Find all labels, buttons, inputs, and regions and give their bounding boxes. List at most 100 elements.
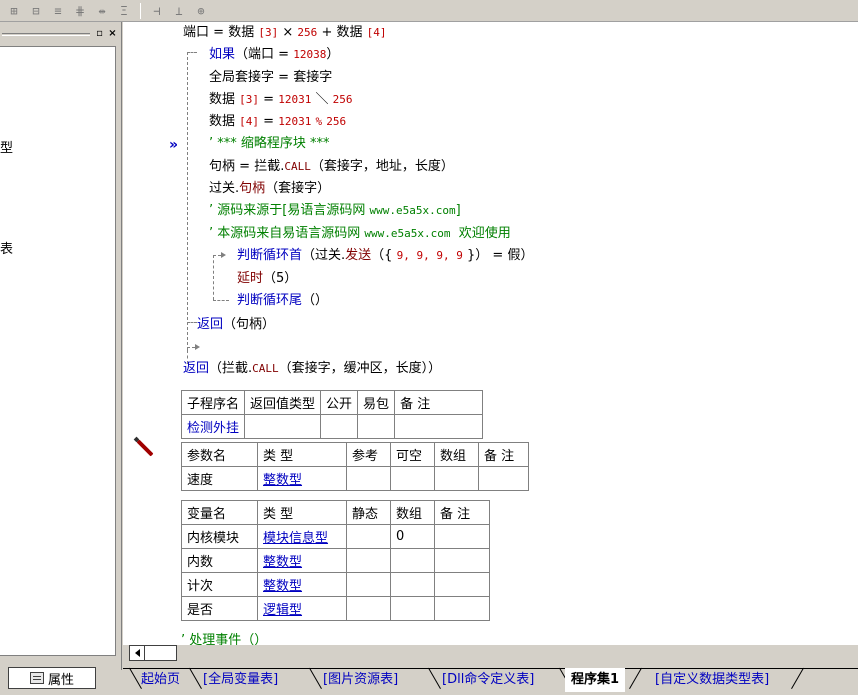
same-height-icon[interactable]: Ξ bbox=[114, 2, 134, 20]
code-line-comment-1[interactable]: ’ 源码来源于[易语言源码网 www.e5a5x.com] bbox=[209, 200, 461, 222]
var-note-cell[interactable] bbox=[434, 524, 490, 549]
current-line-marker-icon: » bbox=[169, 137, 179, 153]
code-line-8[interactable]: 过关.句柄（套接字） bbox=[209, 178, 330, 200]
subroutine-table: 子程序名 返回值类型 公开 易包 备 注 检测外挂 bbox=[180, 390, 484, 439]
code-line-loop-end[interactable]: 判断循环尾（） bbox=[237, 290, 328, 312]
table-row[interactable]: 计次 整数型 bbox=[181, 572, 490, 597]
var-note-cell[interactable] bbox=[434, 596, 490, 621]
scroll-left-icon[interactable] bbox=[129, 645, 145, 661]
parameter-table: 参数名 类 型 参考 可空 数组 备 注 速度 整数型 bbox=[181, 442, 529, 491]
center-icon[interactable]: ⊕ bbox=[191, 2, 211, 20]
col-header: 易包 bbox=[357, 390, 396, 415]
tab-custom-types[interactable]: [自定义数据类型表] bbox=[649, 668, 775, 692]
var-array-cell[interactable] bbox=[390, 548, 435, 573]
code-line-return-2[interactable]: 返回（拦截.CALL（套接字，缓冲区，长度）） bbox=[183, 358, 441, 380]
same-width-icon[interactable]: ⇹ bbox=[92, 2, 112, 20]
var-static-cell[interactable] bbox=[346, 572, 391, 597]
tab-image-resources[interactable]: [图片资源表] bbox=[317, 668, 404, 692]
table-row[interactable]: 是否 逻辑型 bbox=[181, 596, 490, 621]
var-array-cell[interactable]: 0 bbox=[390, 524, 435, 549]
param-nullable-cell[interactable] bbox=[390, 466, 435, 491]
tab-start-page[interactable]: 起始页 bbox=[135, 668, 186, 692]
code-line-1[interactable]: 端口 = 数据 [3] × 256 + 数据 [4] bbox=[183, 22, 387, 44]
col-header: 公开 bbox=[320, 390, 359, 415]
param-ref-cell[interactable] bbox=[346, 466, 391, 491]
code-line-collapsed-block[interactable]: ’ *** 缩略程序块 *** bbox=[209, 133, 330, 155]
var-array-cell[interactable] bbox=[390, 572, 435, 597]
note-cell[interactable] bbox=[394, 414, 484, 439]
code-line-return-1[interactable]: 返回（句柄） bbox=[197, 314, 275, 336]
var-name-cell[interactable]: 内数 bbox=[181, 548, 258, 573]
var-static-cell[interactable] bbox=[346, 596, 391, 621]
var-type-cell[interactable]: 整数型 bbox=[257, 548, 347, 573]
col-header: 静态 bbox=[346, 500, 391, 525]
properties-tab-label: 属性 bbox=[47, 672, 74, 688]
tab-divider bbox=[629, 667, 642, 690]
var-note-cell[interactable] bbox=[434, 548, 490, 573]
var-static-cell[interactable] bbox=[346, 548, 391, 573]
horizontal-scrollbar[interactable] bbox=[123, 645, 858, 661]
alignment-toolbar: ⊞ ⊟ ≡ ⋕ ⇹ Ξ ⊣ ⊥ ⊕ bbox=[0, 0, 858, 22]
titlebar-grip bbox=[2, 32, 90, 36]
tab-divider bbox=[791, 667, 804, 690]
flow-line bbox=[187, 52, 188, 350]
col-header: 数组 bbox=[434, 442, 479, 467]
properties-tab[interactable]: 属性 bbox=[8, 667, 96, 689]
code-line-comment-2[interactable]: ’ 本源码来自易语言源码网 www.e5a5x.com 欢迎使用 bbox=[209, 223, 511, 245]
flow-arrow-icon bbox=[221, 252, 226, 258]
align-justify-icon[interactable]: ⋕ bbox=[70, 2, 90, 20]
table-row[interactable]: 速度 整数型 bbox=[181, 466, 529, 491]
param-name-cell[interactable]: 速度 bbox=[181, 466, 258, 491]
var-name-cell[interactable]: 计次 bbox=[181, 572, 258, 597]
toolbar-separator bbox=[140, 2, 141, 19]
code-line-4[interactable]: 数据 [3] = 12031 ＼ 256 bbox=[209, 89, 353, 111]
var-name-cell[interactable]: 是否 bbox=[181, 596, 258, 621]
align-left-icon[interactable]: ⊞ bbox=[4, 2, 24, 20]
var-name-cell[interactable]: 内核模块 bbox=[181, 524, 258, 549]
tab-assembly-1[interactable]: 程序集1 bbox=[565, 668, 626, 692]
table-row[interactable]: 内数 整数型 bbox=[181, 548, 490, 573]
properties-icon bbox=[29, 672, 44, 684]
align-center-icon[interactable]: ⊟ bbox=[26, 2, 46, 20]
tree-item-fragment[interactable]: 型 bbox=[0, 137, 13, 156]
param-array-cell[interactable] bbox=[434, 466, 479, 491]
table-row[interactable]: 内核模块 模块信息型 0 bbox=[181, 524, 490, 549]
fit-height-icon[interactable]: ⊥ bbox=[169, 2, 189, 20]
align-right-icon[interactable]: ≡ bbox=[48, 2, 68, 20]
col-header: 返回值类型 bbox=[244, 390, 322, 415]
code-line-if[interactable]: 如果（端口 = 12038） bbox=[209, 44, 339, 66]
col-header: 参数名 bbox=[181, 442, 258, 467]
var-type-cell[interactable]: 逻辑型 bbox=[257, 596, 347, 621]
code-line-5[interactable]: 数据 [4] = 12031 % 256 bbox=[209, 111, 346, 133]
close-icon[interactable]: × bbox=[107, 28, 118, 40]
tab-dll-commands[interactable]: [Dll命令定义表] bbox=[436, 668, 540, 692]
public-cell[interactable] bbox=[320, 414, 359, 439]
tab-global-vars[interactable]: [全局变量表] bbox=[197, 668, 284, 692]
var-array-cell[interactable] bbox=[390, 596, 435, 621]
flow-arrow-icon bbox=[195, 344, 200, 350]
param-type-cell[interactable]: 整数型 bbox=[257, 466, 347, 491]
flow-line bbox=[187, 347, 195, 348]
code-line-delay[interactable]: 延时（5） bbox=[237, 268, 297, 290]
restore-icon[interactable]: ▫ bbox=[94, 28, 105, 40]
flow-line bbox=[213, 300, 229, 301]
scroll-track[interactable] bbox=[145, 645, 177, 661]
project-tree[interactable]: 型 表 bbox=[0, 46, 116, 656]
col-header: 类 型 bbox=[257, 500, 347, 525]
epkg-cell[interactable] bbox=[357, 414, 396, 439]
code-line-loop-start[interactable]: 判断循环首（过关.发送（{ 9, 9, 9, 9 }） = 假） bbox=[237, 245, 533, 267]
var-note-cell[interactable] bbox=[434, 572, 490, 597]
code-line-3[interactable]: 全局套接字 = 套接字 bbox=[209, 67, 332, 89]
tree-item-fragment[interactable]: 表 bbox=[0, 238, 13, 257]
param-note-cell[interactable] bbox=[478, 466, 529, 491]
var-type-cell[interactable]: 模块信息型 bbox=[257, 524, 347, 549]
code-line-7[interactable]: 句柄 = 拦截.CALL（套接字，地址，长度） bbox=[209, 156, 454, 178]
return-type-cell[interactable] bbox=[244, 414, 322, 439]
var-type-cell[interactable]: 整数型 bbox=[257, 572, 347, 597]
fit-width-icon[interactable]: ⊣ bbox=[147, 2, 167, 20]
code-editor[interactable]: » 端口 = 数据 [3] × 256 + 数据 [4] 如果（端口 = 120… bbox=[123, 22, 858, 645]
code-line-partial[interactable]: ’ 处理事件（） bbox=[181, 630, 267, 645]
col-header: 备 注 bbox=[434, 500, 490, 525]
var-static-cell[interactable] bbox=[346, 524, 391, 549]
subroutine-name-cell[interactable]: 检测外挂 bbox=[180, 414, 246, 439]
